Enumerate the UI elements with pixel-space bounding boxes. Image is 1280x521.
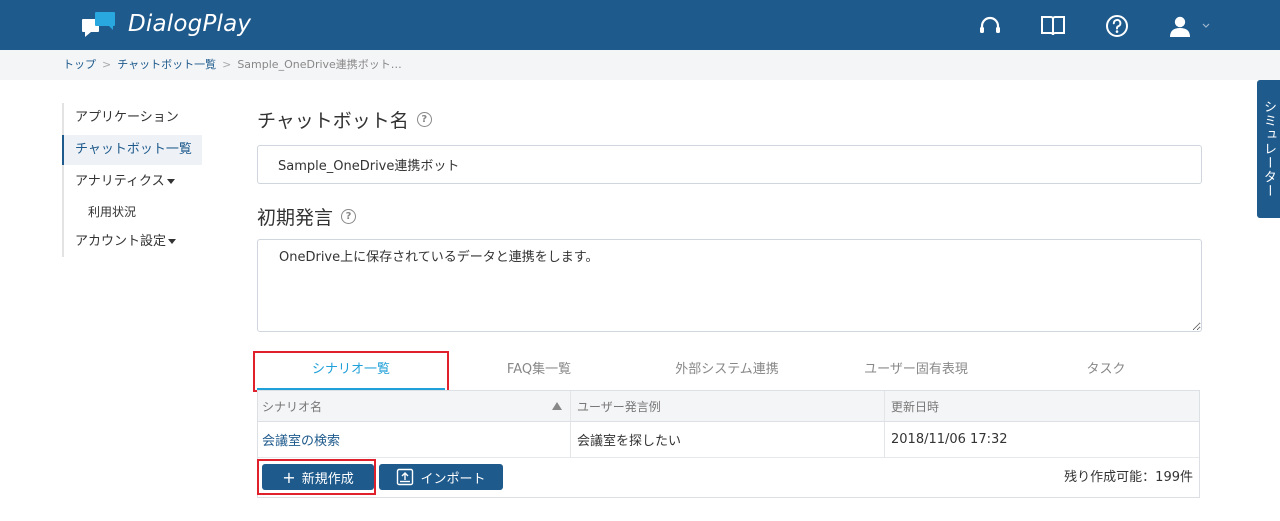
chevron-down-icon: [1202, 23, 1210, 28]
table-row[interactable]: 会議室の検索 会議室を探したい 2018/11/06 17:32: [258, 422, 1199, 458]
column-header-label: ユーザー発言例: [577, 399, 661, 414]
scenario-table: シナリオ名 ユーザー発言例 更新日時 会議室の検索 会議室を探したい 2018/…: [257, 390, 1200, 498]
bot-name-label: チャットボット名: [257, 110, 409, 132]
help-icon[interactable]: ?: [416, 112, 432, 127]
tab-scenario-list[interactable]: シナリオ一覧: [257, 352, 445, 390]
table-footer: + 新規作成 インポート 残り作成可能：199件: [258, 458, 1199, 497]
tab-tasks[interactable]: タスク: [1011, 352, 1201, 390]
help-icon[interactable]: [1104, 13, 1130, 39]
headset-icon[interactable]: [977, 13, 1003, 39]
column-header-user-example[interactable]: ユーザー発言例: [571, 391, 885, 421]
cell-text: 会議室を探したい: [577, 434, 682, 449]
table-header: シナリオ名 ユーザー発言例 更新日時: [258, 391, 1199, 422]
new-scenario-button[interactable]: + 新規作成: [262, 464, 374, 490]
cell-user-example: 会議室を探したい: [571, 422, 885, 457]
bot-name-heading: チャットボット名 ?: [257, 106, 432, 133]
remaining-count: 残り作成可能：199件: [1064, 470, 1193, 485]
cell-scenario-name: 会議室の検索: [258, 422, 571, 457]
sidebar-item-usage[interactable]: 利用状況: [62, 197, 202, 227]
sidebar-item-label: アカウント設定: [75, 234, 167, 249]
breadcrumb-separator: >: [102, 58, 112, 71]
column-header-label: 更新日時: [891, 399, 940, 414]
simulator-label: シミュレーター: [1261, 100, 1276, 198]
logo[interactable]: DialogPlay: [82, 9, 251, 39]
logo-chat-icon: [82, 12, 115, 37]
sidebar-item-label: チャットボット一覧: [75, 142, 192, 157]
sidebar-item-label: アプリケーション: [75, 110, 179, 125]
breadcrumb: トップ > チャットボット一覧 > Sample_OneDrive連携ボット…: [0, 50, 1280, 80]
tab-user-entities[interactable]: ユーザー固有表現: [821, 352, 1011, 390]
caret-down-icon: [168, 239, 177, 244]
app-name: DialogPlay: [128, 11, 252, 37]
book-icon[interactable]: [1040, 13, 1066, 39]
simulator-tab[interactable]: シミュレーター: [1257, 80, 1280, 218]
tab-bar: シナリオ一覧 FAQ集一覧 外部システム連携 ユーザー固有表現 タスク: [257, 352, 1202, 390]
tab-external-systems[interactable]: 外部システム連携: [633, 352, 821, 390]
breadcrumb-top[interactable]: トップ: [63, 58, 96, 71]
import-button[interactable]: インポート: [379, 464, 503, 490]
help-icon[interactable]: ?: [341, 209, 357, 224]
tab-faq-list[interactable]: FAQ集一覧: [445, 352, 633, 390]
sidebar-item-label: アナリティクス: [75, 174, 165, 189]
column-header-updated[interactable]: 更新日時: [885, 391, 1199, 421]
cell-updated: 2018/11/06 17:32: [885, 422, 1199, 457]
upload-icon: [397, 468, 414, 486]
sidebar-item-analytics[interactable]: アナリティクス: [62, 167, 202, 197]
caret-down-icon: [166, 179, 175, 184]
button-label: インポート: [420, 471, 486, 487]
sort-asc-icon[interactable]: [552, 402, 562, 410]
initial-utterance-heading: 初期発言 ?: [257, 203, 357, 230]
sidebar-item-chatbot-list[interactable]: チャットボット一覧: [62, 135, 202, 165]
scenario-link[interactable]: 会議室の検索: [262, 430, 340, 449]
bot-name-input[interactable]: [257, 145, 1202, 184]
plus-icon: +: [282, 467, 296, 487]
column-header-scenario-name[interactable]: シナリオ名: [258, 391, 571, 421]
initial-utterance-textarea[interactable]: OneDrive上に保存されているデータと連携をします。: [257, 239, 1202, 332]
sidebar-item-applications[interactable]: アプリケーション: [62, 103, 202, 133]
user-menu[interactable]: [1168, 13, 1214, 39]
sidebar-item-label: 利用状況: [88, 205, 137, 219]
button-label: 新規作成: [301, 471, 354, 487]
breadcrumb-current: Sample_OneDrive連携ボット…: [237, 58, 402, 71]
breadcrumb-chatbot-list[interactable]: チャットボット一覧: [117, 58, 216, 71]
sidebar: アプリケーション チャットボット一覧 アナリティクス 利用状況 アカウント設定: [62, 103, 202, 257]
sidebar-item-account-settings[interactable]: アカウント設定: [62, 227, 202, 257]
user-icon: [1170, 16, 1190, 37]
app-header: DialogPlay: [0, 0, 1280, 50]
initial-utterance-label: 初期発言: [257, 207, 334, 229]
breadcrumb-separator: >: [222, 58, 232, 71]
column-header-label: シナリオ名: [262, 399, 323, 414]
cell-text: 2018/11/06 17:32: [891, 432, 1008, 447]
